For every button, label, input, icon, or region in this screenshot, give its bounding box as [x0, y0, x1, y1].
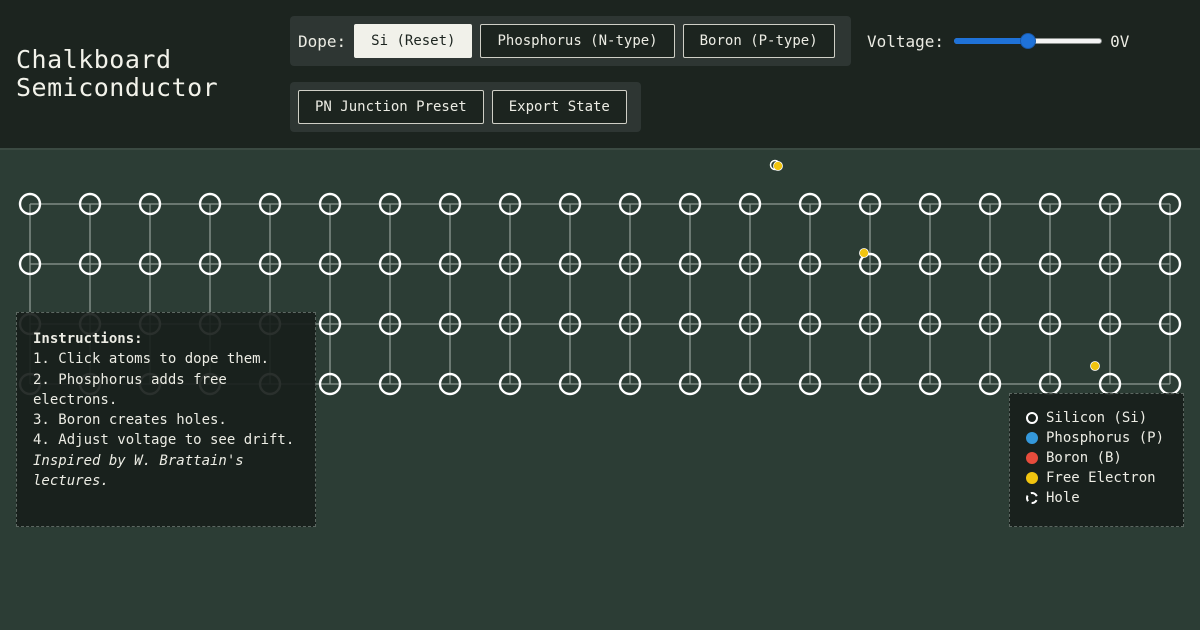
legend-panel: Silicon (Si) Phosphorus (P) Boron (B) Fr… — [1009, 393, 1184, 527]
instruction-step-1: 1. Click atoms to dope them. — [33, 351, 270, 368]
legend-item-silicon: Silicon (Si) — [1026, 408, 1167, 428]
legend-label: Phosphorus (P) — [1046, 429, 1165, 446]
legend-label: Hole — [1046, 489, 1080, 506]
app-title: Chalkboard Semiconductor — [16, 46, 218, 102]
dope-label: Dope: — [298, 31, 347, 51]
voltage-slider[interactable] — [954, 33, 1103, 49]
app-title-line-2: Semiconductor — [16, 73, 219, 102]
export-state-button[interactable]: Export State — [491, 90, 627, 124]
legend-label: Silicon (Si) — [1046, 409, 1148, 426]
legend-label: Boron (B) — [1046, 449, 1122, 466]
legend-item-phosphorus: Phosphorus (P) — [1026, 428, 1167, 448]
phosphorus-swatch-icon — [1026, 432, 1038, 444]
actions-toolbar: PN Junction Preset Export State — [290, 82, 641, 132]
free-electron — [773, 161, 783, 171]
hole-swatch-icon — [1026, 492, 1038, 504]
silicon-swatch-icon — [1026, 412, 1038, 424]
boron-swatch-icon — [1026, 452, 1038, 464]
electron-swatch-icon — [1026, 472, 1038, 484]
pn-junction-preset-button[interactable]: PN Junction Preset — [298, 90, 484, 124]
instruction-step-3: 3. Boron creates holes. — [33, 412, 227, 429]
instructions-panel: Instructions: 1. Click atoms to dope the… — [16, 312, 316, 527]
legend-item-boron: Boron (B) — [1026, 448, 1167, 468]
instructions-credit: Inspired by W. Brattain's lectures. — [33, 452, 244, 490]
free-electron — [859, 248, 869, 258]
legend-item-electron: Free Electron — [1026, 468, 1167, 488]
app-title-line-1: Chalkboard — [16, 45, 172, 74]
header: Chalkboard Semiconductor Dope: Si (Reset… — [0, 0, 1200, 150]
instruction-step-2: 2. Phosphorus adds free electrons. — [33, 371, 227, 408]
voltage-slider-thumb[interactable] — [1020, 33, 1037, 49]
legend-label: Free Electron — [1046, 469, 1156, 486]
voltage-slider-fill — [954, 38, 1029, 44]
instructions-title: Instructions: — [33, 331, 143, 347]
boron-button[interactable]: Boron (P-type) — [682, 24, 835, 58]
voltage-label: Voltage: — [867, 31, 945, 51]
dope-toolbar: Dope: Si (Reset) Phosphorus (N-type) Bor… — [290, 16, 851, 66]
instruction-step-4: 4. Adjust voltage to see drift. — [33, 432, 295, 449]
voltage-value: 0V — [1110, 31, 1130, 51]
voltage-control: Voltage: 0V — [867, 16, 1129, 66]
si-reset-button[interactable]: Si (Reset) — [354, 24, 473, 58]
legend-item-hole: Hole — [1026, 488, 1167, 508]
phosphorus-button[interactable]: Phosphorus (N-type) — [480, 24, 675, 58]
free-electron — [1090, 361, 1100, 371]
